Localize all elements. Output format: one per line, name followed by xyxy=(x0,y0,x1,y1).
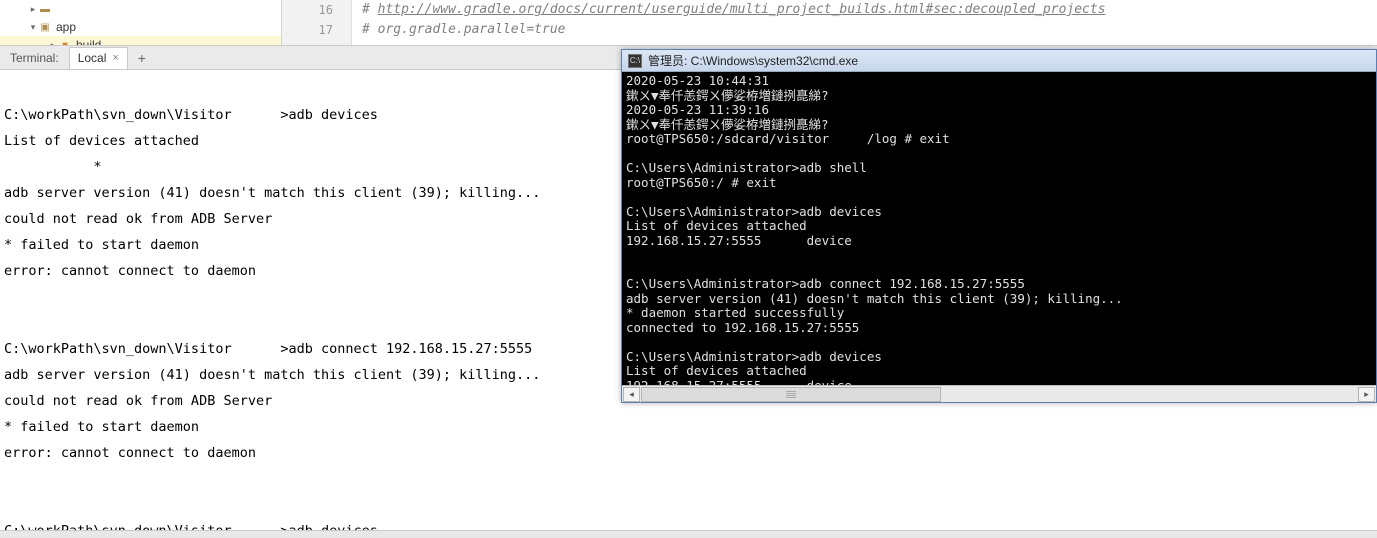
line-number: 17 xyxy=(282,20,333,40)
top-area: ▸ ▬ ▾ ▣ app ▸ ■ build 16 17 # http://www… xyxy=(0,0,1377,46)
chevron-right-icon[interactable]: ▸ xyxy=(48,40,58,46)
cmd-line xyxy=(626,190,1372,205)
cmd-line: List of devices attached xyxy=(626,219,1372,234)
folder-icon: ▣ xyxy=(38,20,52,34)
chevron-down-icon[interactable]: ▾ xyxy=(28,22,38,33)
editor-lines[interactable]: # http://www.gradle.org/docs/current/use… xyxy=(352,0,1377,45)
tree-row-truncated[interactable]: ▸ ▬ xyxy=(0,0,281,18)
cmd-title: 管理员: C:\Windows\system32\cmd.exe xyxy=(648,52,858,69)
close-icon[interactable]: × xyxy=(112,52,118,64)
scroll-thumb[interactable] xyxy=(641,387,941,402)
tree-row-build[interactable]: ▸ ■ build xyxy=(0,36,281,45)
cmd-line: 2020-05-23 11:39:16 xyxy=(626,103,1372,118)
cmd-line: root@TPS650:/ # exit xyxy=(626,176,1372,191)
terminal-line: error: cannot connect to daemon xyxy=(4,440,1373,466)
editor-gutter: 16 17 xyxy=(282,0,352,45)
cmd-output[interactable]: 2020-05-23 10:44:31鏉ㄨ▼奉仟恙鍔ㄨ儚娑栫増鏈挒嗭綈?2020… xyxy=(622,72,1376,385)
cmd-line: C:\Users\Administrator>adb shell xyxy=(626,161,1372,176)
tab-label: Local xyxy=(78,51,107,65)
cmd-window[interactable]: C:\ 管理员: C:\Windows\system32\cmd.exe 202… xyxy=(621,49,1377,403)
cmd-line: adb server version (41) doesn't match th… xyxy=(626,292,1372,307)
cmd-line: 鏉ㄨ▼奉仟恙鍔ㄨ儚娑栫増鏈挒嗭綈? xyxy=(626,118,1372,133)
cmd-line: * daemon started successfully xyxy=(626,306,1372,321)
cmd-line: 鏉ㄨ▼奉仟恙鍔ㄨ儚娑栫増鏈挒嗭綈? xyxy=(626,89,1372,104)
cmd-line: List of devices attached xyxy=(626,364,1372,379)
tree-label: app xyxy=(56,20,76,34)
terminal-line: C:\workPath\svn_down\Visitor >adb device… xyxy=(4,518,1373,530)
line-number: 16 xyxy=(282,0,333,20)
cmd-line xyxy=(626,335,1372,350)
scroll-track[interactable] xyxy=(641,387,1357,402)
cmd-line: C:\Users\Administrator>adb devices xyxy=(626,205,1372,220)
add-tab-button[interactable]: + xyxy=(132,50,152,66)
cmd-line xyxy=(626,248,1372,263)
scroll-right-icon[interactable]: ▸ xyxy=(1358,387,1375,402)
cmd-line xyxy=(626,263,1372,278)
cmd-line: root@TPS650:/sdcard/visitor /log # exit xyxy=(626,132,1372,147)
terminal-line: * failed to start daemon xyxy=(4,414,1373,440)
folder-icon: ■ xyxy=(58,38,72,45)
cmd-line: 192.168.15.27:5555 device xyxy=(626,234,1372,249)
cmd-line: C:\Users\Administrator>adb connect 192.1… xyxy=(626,277,1372,292)
tab-local[interactable]: Local × xyxy=(69,47,128,69)
code-line[interactable]: # http://www.gradle.org/docs/current/use… xyxy=(362,0,1377,20)
tree-label: build xyxy=(76,38,101,45)
tool-window-title: Terminal: xyxy=(0,51,69,65)
chevron-right-icon[interactable]: ▸ xyxy=(28,4,38,15)
scroll-left-icon[interactable]: ◂ xyxy=(623,387,640,402)
cmd-scrollbar[interactable]: ◂ ▸ xyxy=(622,385,1376,402)
tree-row-app[interactable]: ▾ ▣ app xyxy=(0,18,281,36)
cmd-line: 2020-05-23 10:44:31 xyxy=(626,74,1372,89)
terminal-line xyxy=(4,466,1373,492)
code-line[interactable]: # org.gradle.parallel=true xyxy=(362,20,1377,40)
editor[interactable]: 16 17 # http://www.gradle.org/docs/curre… xyxy=(282,0,1377,45)
cmd-line: C:\Users\Administrator>adb devices xyxy=(626,350,1372,365)
cmd-line: connected to 192.168.15.27:5555 xyxy=(626,321,1372,336)
cmd-icon: C:\ xyxy=(628,54,642,68)
terminal-line xyxy=(4,492,1373,518)
cmd-line xyxy=(626,147,1372,162)
code-link[interactable]: http://www.gradle.org/docs/current/userg… xyxy=(378,2,1106,17)
project-tree[interactable]: ▸ ▬ ▾ ▣ app ▸ ■ build xyxy=(0,0,282,45)
status-bar xyxy=(0,530,1377,538)
folder-icon: ▬ xyxy=(38,2,52,16)
cmd-titlebar[interactable]: C:\ 管理员: C:\Windows\system32\cmd.exe xyxy=(622,50,1376,72)
